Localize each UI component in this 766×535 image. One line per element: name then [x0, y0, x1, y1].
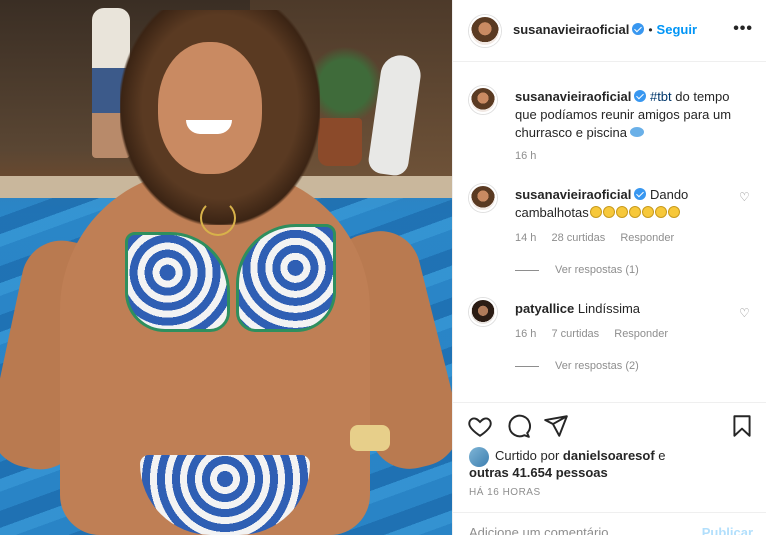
- comment-meta: 14 h 28 curtidas Responder: [515, 232, 686, 244]
- photo-face: [158, 42, 262, 174]
- separator-dot: •: [648, 23, 653, 37]
- more-options-icon[interactable]: •••: [733, 20, 753, 38]
- view-replies-button[interactable]: Ver respostas (2): [515, 360, 639, 372]
- comment-text: susanavieiraoficial Dando cambalhotas: [515, 186, 735, 222]
- comment-likes[interactable]: 7 curtidas: [551, 328, 599, 340]
- view-replies-label: Ver respostas (2): [555, 360, 639, 372]
- comment-reply-button[interactable]: Responder: [614, 328, 668, 340]
- bookmark-icon[interactable]: [729, 413, 755, 439]
- comment-time[interactable]: 16 h: [515, 328, 536, 340]
- verified-icon: [634, 90, 647, 102]
- photo-smile: [186, 120, 232, 134]
- comment-text: patyallice Lindíssima: [515, 300, 735, 318]
- share-icon[interactable]: [543, 413, 569, 439]
- caption-meta: 16 h: [515, 150, 548, 162]
- liked-by-mid: e: [654, 448, 666, 463]
- caption-username[interactable]: susanavieiraoficial: [515, 89, 631, 104]
- post-side-panel: susanavieiraoficial • Seguir ••• susanavie…: [452, 0, 766, 535]
- caption: susanavieiraoficial #tbt do tempo que po…: [469, 84, 759, 164]
- author-username[interactable]: susanavieiraoficial: [513, 22, 629, 37]
- comment-time[interactable]: 14 h: [515, 232, 536, 244]
- comment-username[interactable]: susanavieiraoficial: [515, 187, 631, 202]
- follow-button[interactable]: Seguir: [657, 22, 697, 37]
- liker-username[interactable]: danielsoaresof: [563, 448, 655, 463]
- emoji-icon: [654, 206, 667, 218]
- photo-pot: [318, 118, 362, 166]
- likes-count[interactable]: outras 41.654 pessoas: [469, 465, 608, 480]
- comment-item: susanavieiraoficial Dando cambalhotas ♡ …: [469, 182, 759, 282]
- comment-username[interactable]: patyallice: [515, 301, 574, 316]
- add-comment-input[interactable]: Adicione um comentário...: [469, 525, 619, 535]
- liked-by-text: Curtido por danielsoaresof e outras 41.6…: [469, 447, 755, 481]
- replies-divider: [515, 365, 539, 367]
- comment-avatar[interactable]: [469, 184, 497, 212]
- comment-body: Lindíssima: [577, 301, 641, 316]
- caption-text: susanavieiraoficial #tbt do tempo que po…: [515, 88, 735, 142]
- emoji-icon: [667, 206, 680, 218]
- comments-list[interactable]: susanavieiraoficial #tbt do tempo que po…: [453, 62, 766, 402]
- liked-by-prefix: Curtido por: [495, 448, 563, 463]
- verified-icon: [632, 23, 645, 35]
- comment-like-heart-icon[interactable]: ♡: [739, 190, 751, 204]
- post-header: susanavieiraoficial • Seguir •••: [453, 0, 766, 62]
- comment-icon[interactable]: [505, 413, 531, 439]
- replies-divider: [515, 269, 539, 271]
- view-replies-label: Ver respostas (1): [555, 264, 639, 276]
- view-replies-button[interactable]: Ver respostas (1): [515, 264, 639, 276]
- comment-like-heart-icon[interactable]: ♡: [739, 306, 751, 320]
- liker-avatar[interactable]: [469, 447, 489, 467]
- emoji-icon: [641, 206, 654, 218]
- caption-hashtag[interactable]: #tbt: [650, 89, 672, 104]
- publish-button[interactable]: Publicar: [702, 525, 753, 535]
- verified-icon: [634, 188, 647, 200]
- fish-emoji-icon: [630, 127, 644, 137]
- author-avatar[interactable]: [469, 15, 501, 47]
- emoji-icon: [615, 206, 628, 218]
- heart-icon[interactable]: [467, 413, 493, 439]
- emoji-icon: [628, 206, 641, 218]
- comment-meta: 16 h 7 curtidas Responder: [515, 328, 680, 340]
- comment-avatar[interactable]: [469, 298, 497, 326]
- comment-item: patyallice Lindíssima ♡ 16 h 7 curtidas …: [469, 296, 759, 396]
- add-comment-bar: Adicione um comentário... Publicar: [453, 512, 766, 535]
- emoji-icon: [602, 206, 615, 218]
- emoji-icon: [589, 206, 602, 218]
- caption-time[interactable]: 16 h: [515, 150, 536, 162]
- photo-necklace: [200, 200, 236, 236]
- post-photo[interactable]: [0, 0, 452, 535]
- comment-reply-button[interactable]: Responder: [620, 232, 674, 244]
- post-timestamp[interactable]: HÁ 16 HORAS: [469, 487, 541, 498]
- post-actions: Curtido por danielsoaresof e outras 41.6…: [453, 402, 766, 512]
- caption-avatar[interactable]: [469, 86, 497, 114]
- comment-likes[interactable]: 28 curtidas: [551, 232, 605, 244]
- photo-bracelet: [350, 425, 390, 451]
- author-line: susanavieiraoficial • Seguir: [513, 22, 697, 37]
